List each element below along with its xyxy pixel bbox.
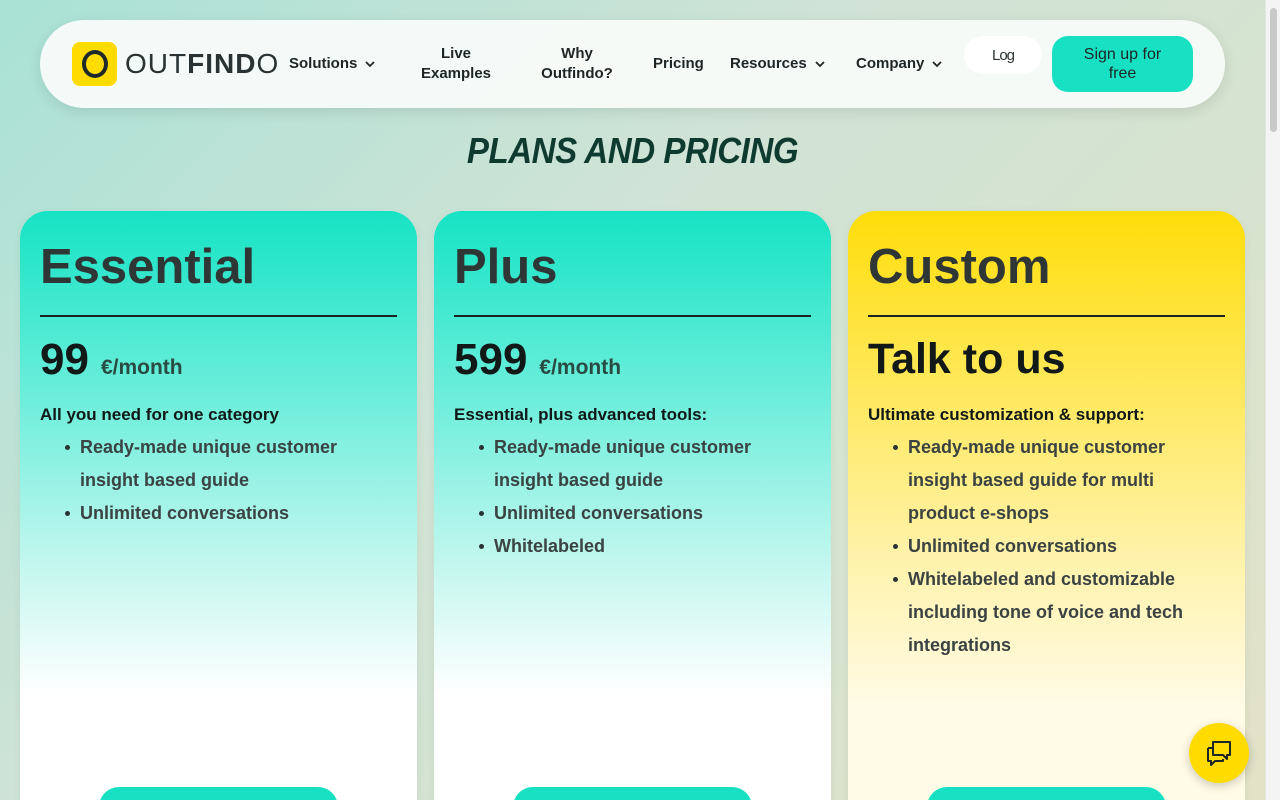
- nav-resources[interactable]: Resources: [730, 54, 825, 74]
- plan-price: Talk to us: [868, 335, 1066, 383]
- price-unit: €/month: [100, 356, 183, 379]
- scrollbar-thumb[interactable]: [1270, 8, 1277, 132]
- signup-button[interactable]: Sign up for free: [1052, 36, 1193, 92]
- nav-live-examples[interactable]: Live Examples: [420, 44, 492, 84]
- top-navigation: OUTFINDO Solutions Live Examples Why Out…: [40, 20, 1225, 108]
- plan-cta-button[interactable]: [927, 787, 1166, 800]
- feature-list: Ready-made unique customer insight based…: [868, 431, 1225, 662]
- nav-live-examples-label: Live Examples: [420, 45, 492, 82]
- nav-pricing-label: Pricing: [653, 55, 704, 72]
- plan-name: Essential: [40, 240, 256, 294]
- nav-pricing[interactable]: Pricing: [653, 54, 704, 74]
- divider: [454, 315, 811, 317]
- chevron-down-icon: [932, 61, 942, 68]
- plan-tagline: All you need for one category: [40, 405, 279, 424]
- scrollbar[interactable]: [1265, 0, 1280, 800]
- logo-wordmark: OUTFINDO: [125, 48, 280, 79]
- plan-tagline: Ultimate customization & support:: [868, 405, 1145, 424]
- plan-card-custom: Custom Talk to us Ultimate customization…: [848, 211, 1245, 800]
- feature-item: Unlimited conversations: [893, 530, 1225, 563]
- feature-list: Ready-made unique customer insight based…: [40, 431, 397, 530]
- divider: [40, 315, 397, 317]
- brand-logo[interactable]: OUTFINDO: [72, 42, 279, 86]
- plan-price: 99: [40, 335, 89, 384]
- nav-company-label: Company: [856, 55, 925, 72]
- nav-company[interactable]: Company: [856, 54, 942, 74]
- price-row: 599 €/month: [454, 335, 811, 385]
- feature-item: Ready-made unique customer insight based…: [893, 431, 1225, 530]
- chat-widget-button[interactable]: [1189, 723, 1249, 783]
- plan-card-plus: Plus 599 €/month Essential, plus advance…: [434, 211, 831, 800]
- nav-solutions-label: Solutions: [289, 55, 358, 72]
- nav-why-outfindo[interactable]: Why Outfindo?: [536, 44, 618, 84]
- plan-tagline: Essential, plus advanced tools:: [454, 405, 708, 424]
- price-row: 99 €/month: [40, 335, 397, 385]
- nav-why-label: Why Outfindo?: [541, 45, 613, 82]
- plan-cta-button[interactable]: [513, 787, 752, 800]
- plan-name: Custom: [868, 240, 1051, 294]
- plan-cta-button[interactable]: [99, 787, 338, 800]
- plan-card-essential: Essential 99 €/month All you need for on…: [20, 211, 417, 800]
- feature-item: Whitelabeled and customizable including …: [893, 563, 1225, 662]
- plan-price: 599: [454, 335, 528, 384]
- chevron-down-icon: [815, 61, 825, 68]
- chevron-down-icon: [365, 61, 375, 68]
- price-unit: €/month: [539, 356, 622, 379]
- price-row: Talk to us: [868, 335, 1225, 385]
- page-title: PLANS AND PRICING: [466, 130, 799, 171]
- feature-item: Whitelabeled: [479, 530, 811, 563]
- divider: [868, 315, 1225, 317]
- feature-item: Ready-made unique customer insight based…: [65, 431, 397, 497]
- feature-item: Unlimited conversations: [65, 497, 397, 530]
- login-button[interactable]: Log: [964, 36, 1042, 74]
- feature-item: Unlimited conversations: [479, 497, 811, 530]
- feature-item: Ready-made unique customer insight based…: [479, 431, 811, 497]
- nav-resources-label: Resources: [730, 55, 807, 72]
- logo-mark-icon: [72, 42, 117, 86]
- nav-solutions[interactable]: Solutions: [289, 54, 375, 74]
- feature-list: Ready-made unique customer insight based…: [454, 431, 811, 563]
- chat-bubbles-icon: [1207, 741, 1231, 766]
- plan-name: Plus: [454, 240, 558, 294]
